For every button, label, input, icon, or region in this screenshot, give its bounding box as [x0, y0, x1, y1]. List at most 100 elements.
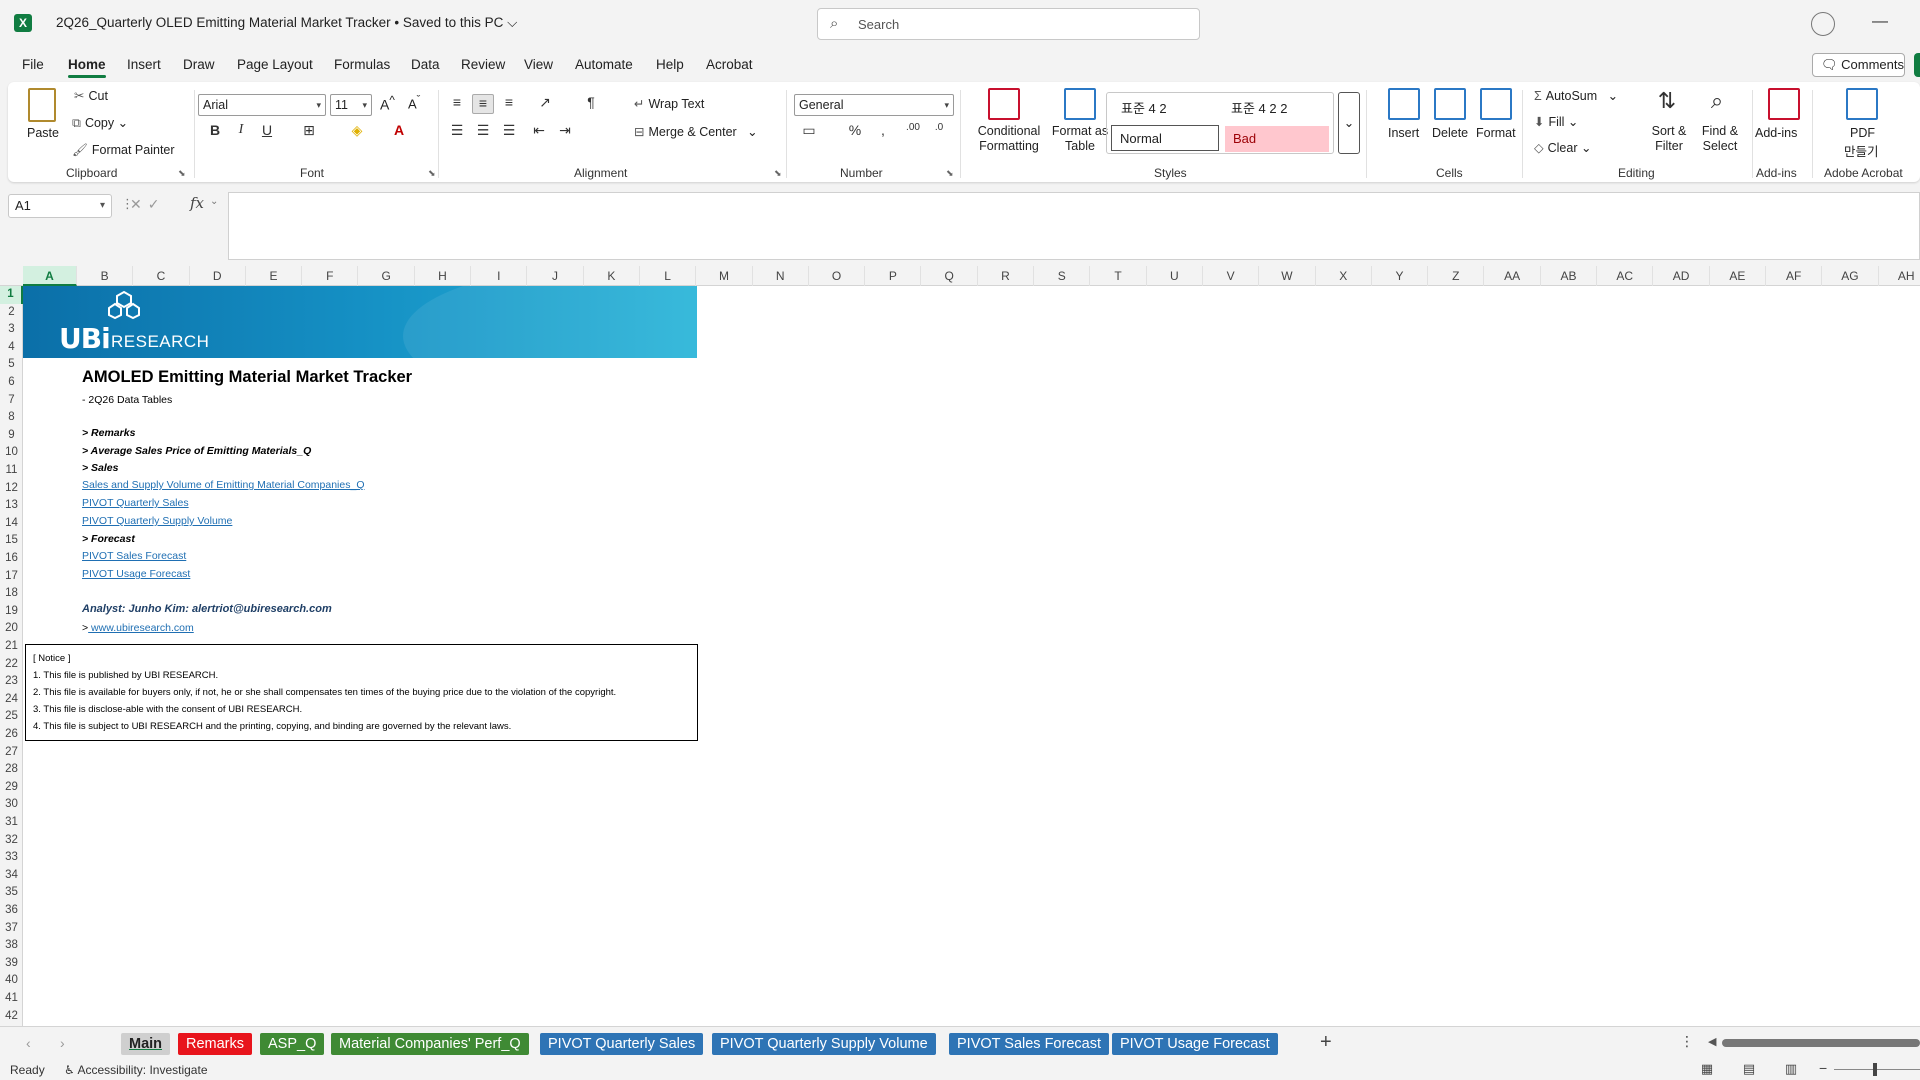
format-as-table-button[interactable]: Format as Table — [1048, 124, 1112, 154]
column-header[interactable]: H — [415, 266, 472, 286]
number-launcher-icon[interactable]: ⬊ — [946, 168, 954, 179]
link-pivot-quarterly-sales[interactable]: PIVOT Quarterly Sales — [82, 497, 189, 509]
scroll-left-icon[interactable]: ◀ — [1708, 1035, 1716, 1048]
cut-button[interactable]: ✂ Cut — [74, 88, 108, 103]
increase-decimal-icon[interactable]: .00 — [902, 122, 924, 142]
page-layout-view-icon[interactable]: ▤ — [1740, 1061, 1758, 1076]
column-header[interactable]: AC — [1597, 266, 1654, 286]
conditional-formatting-icon[interactable] — [988, 88, 1020, 120]
more-options-icon[interactable]: ⋮ — [1680, 1033, 1694, 1050]
column-header[interactable]: F — [302, 266, 359, 286]
zoom-slider[interactable] — [1834, 1069, 1920, 1070]
grow-font-button[interactable]: A^ — [380, 94, 395, 113]
tab-automate[interactable]: Automate — [575, 57, 633, 72]
tab-draw[interactable]: Draw — [183, 57, 215, 72]
row-header[interactable]: 36 — [0, 902, 23, 920]
row-header[interactable]: 12 — [0, 480, 23, 498]
styles-expand-icon[interactable]: ⌄ — [1338, 92, 1360, 154]
row-header[interactable]: 32 — [0, 832, 23, 850]
column-header[interactable]: M — [696, 266, 753, 286]
column-header[interactable]: G — [359, 266, 415, 286]
search-input[interactable]: ⌕ Search — [817, 8, 1200, 40]
cancel-icon[interactable]: ✕ — [130, 196, 148, 212]
row-header[interactable]: 29 — [0, 779, 23, 797]
increase-indent-icon[interactable]: ⇥ — [554, 122, 576, 142]
row-header[interactable]: 15 — [0, 532, 23, 550]
normal-view-icon[interactable]: ▦ — [1698, 1061, 1716, 1076]
prev-sheet-icon[interactable]: ‹ — [26, 1035, 31, 1051]
link-sales-supply[interactable]: Sales and Supply Volume of Emitting Mate… — [82, 479, 364, 491]
row-header[interactable]: 33 — [0, 849, 23, 867]
tab-data[interactable]: Data — [411, 57, 440, 72]
style-bad[interactable]: Bad — [1225, 126, 1329, 152]
column-header[interactable]: J — [527, 266, 584, 286]
row-header[interactable]: 24 — [0, 691, 23, 709]
shrink-font-button[interactable]: Aˇ — [408, 94, 420, 111]
tab-formulas[interactable]: Formulas — [334, 57, 390, 72]
link-usage-forecast[interactable]: PIVOT Usage Forecast — [82, 568, 190, 580]
bold-button[interactable]: B — [204, 122, 226, 142]
pdf-icon[interactable] — [1846, 88, 1878, 120]
row-header[interactable]: 5 — [0, 356, 23, 374]
column-header[interactable]: AB — [1541, 266, 1598, 286]
delete-cells-button[interactable]: Delete — [1432, 126, 1468, 140]
row-header[interactable]: 2 — [0, 304, 23, 322]
document-title[interactable]: 2Q26_Quarterly OLED Emitting Material Ma… — [56, 15, 517, 31]
row-header[interactable]: 35 — [0, 884, 23, 902]
tab-page-layout[interactable]: Page Layout — [237, 57, 313, 72]
font-launcher-icon[interactable]: ⬊ — [428, 168, 436, 179]
row-header[interactable]: 17 — [0, 568, 23, 586]
column-header[interactable]: X — [1316, 266, 1372, 286]
comma-icon[interactable]: , — [872, 122, 894, 142]
column-header[interactable]: E — [246, 266, 303, 286]
name-box[interactable]: A1 ▾ — [8, 194, 112, 218]
column-header[interactable]: L — [640, 266, 697, 286]
column-header[interactable]: I — [471, 266, 528, 286]
column-header[interactable]: AE — [1710, 266, 1766, 286]
pdf-make-label[interactable]: 만들기 — [1844, 141, 1879, 160]
row-header[interactable]: 37 — [0, 920, 23, 938]
conditional-formatting-button[interactable]: Conditional Formatting — [966, 124, 1052, 154]
clipboard-launcher-icon[interactable]: ⬊ — [178, 168, 186, 179]
align-middle-icon[interactable]: ≡ — [472, 94, 494, 114]
style-item-2[interactable]: 표준 4 2 2 — [1223, 96, 1327, 122]
wrap-text-button[interactable]: ↵ Wrap Text — [634, 96, 704, 111]
column-header[interactable]: N — [753, 266, 809, 286]
row-header[interactable]: 19 — [0, 603, 23, 621]
merge-center-button[interactable]: ⊟ Merge & Center ⌄ — [634, 124, 758, 139]
column-header[interactable]: R — [978, 266, 1035, 286]
row-header[interactable]: 30 — [0, 796, 23, 814]
zoom-out-icon[interactable]: − — [1819, 1060, 1827, 1076]
column-header[interactable]: Y — [1372, 266, 1429, 286]
tab-insert[interactable]: Insert — [127, 57, 161, 72]
column-header[interactable]: K — [584, 266, 640, 286]
sheet-tab-pivot-quarterly-supply-volume[interactable]: PIVOT Quarterly Supply Volume — [712, 1033, 936, 1055]
sheet-tab-pivot-quarterly-sales[interactable]: PIVOT Quarterly Sales — [540, 1033, 704, 1055]
column-header[interactable]: A — [23, 266, 77, 286]
row-header[interactable]: 28 — [0, 761, 23, 779]
text-direction-icon[interactable]: ¶ — [580, 94, 602, 114]
sheet-tab-pivot-sales-forecast[interactable]: PIVOT Sales Forecast — [949, 1033, 1109, 1055]
add-ins-button[interactable]: Add-ins — [1755, 126, 1797, 140]
format-cells-button[interactable]: Format — [1476, 126, 1516, 140]
sheet-tab-material-companies-perf-q[interactable]: Material Companies' Perf_Q — [331, 1033, 529, 1055]
align-center-icon[interactable]: ☰ — [472, 122, 494, 142]
comments-button[interactable]: 🗨 Comments — [1812, 53, 1905, 77]
style-item-1[interactable]: 표준 4 2 — [1113, 96, 1219, 122]
row-header[interactable]: 4 — [0, 339, 23, 357]
column-header[interactable]: Q — [922, 266, 978, 286]
insert-cells-button[interactable]: Insert — [1388, 126, 1419, 140]
row-header[interactable]: 7 — [0, 392, 23, 410]
decrease-decimal-icon[interactable]: .0 — [928, 122, 950, 142]
add-ins-icon[interactable] — [1768, 88, 1800, 120]
row-header[interactable]: 3 — [0, 321, 23, 339]
asp-heading[interactable]: > Average Sales Price of Emitting Materi… — [82, 445, 311, 457]
scrollbar-thumb[interactable] — [1722, 1039, 1920, 1047]
user-avatar-icon[interactable] — [1811, 12, 1835, 36]
format-painter-button[interactable]: 🖌 Format Painter — [72, 143, 175, 158]
currency-icon[interactable]: ▭ — [798, 122, 820, 142]
confirm-icon[interactable]: ✓ — [148, 196, 166, 212]
delete-cells-icon[interactable] — [1434, 88, 1466, 120]
format-as-table-icon[interactable] — [1064, 88, 1096, 120]
next-sheet-icon[interactable]: › — [60, 1035, 65, 1051]
